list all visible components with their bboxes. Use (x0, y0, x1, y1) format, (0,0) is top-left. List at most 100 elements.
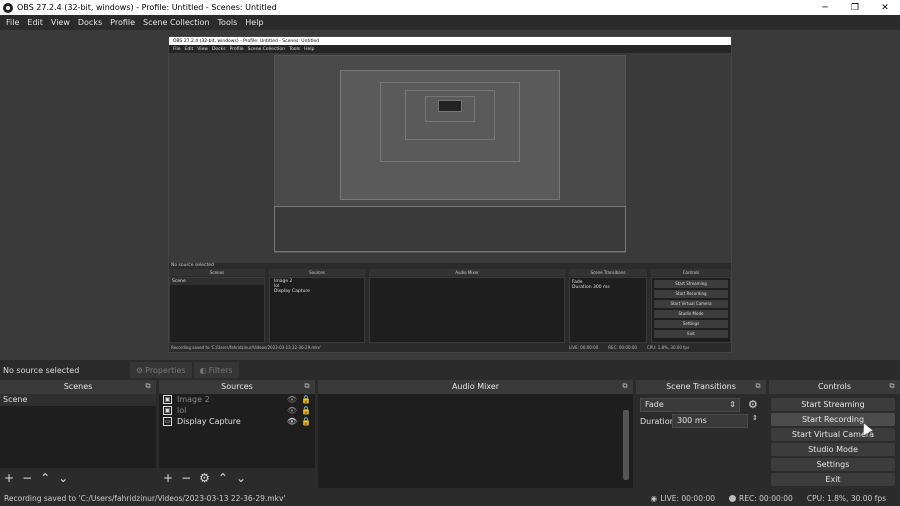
close-button[interactable]: ✕ (870, 0, 900, 15)
duration-input[interactable]: 300 ms (672, 414, 748, 428)
nested-docks: No source selected Scenes Scene Sources … (169, 263, 731, 352)
nested-sources-header: Sources (269, 269, 365, 276)
move-down-icon[interactable]: ⌄ (236, 471, 246, 485)
hidden-eye-icon[interactable]: 👁 (287, 395, 297, 404)
undock-icon[interactable]: ⧉ (888, 383, 896, 390)
menu-profile[interactable]: Profile (106, 18, 139, 27)
sources-header: Sources ⧉ (159, 380, 315, 394)
nested-controls-header: Controls (651, 269, 731, 276)
nested-status-stats: LIVE: 00:00:00 REC: 00:00:00 CPU: 1.8%, … (569, 345, 689, 350)
scenes-list[interactable]: Scene (0, 394, 156, 468)
image-icon: ▣ (163, 395, 172, 404)
select-arrows-icon: ⇕ (729, 400, 736, 409)
remove-icon[interactable]: − (22, 471, 32, 485)
nested-transitions-panel: Fade Duration 300 ms (569, 277, 647, 343)
lock-icon[interactable]: 🔒 (301, 417, 311, 426)
add-icon[interactable]: + (163, 471, 173, 485)
nested-inner-capture (274, 55, 626, 253)
menu-help[interactable]: Help (241, 18, 267, 27)
spin-arrows-icon[interactable]: ⇕ (752, 414, 758, 422)
undock-icon[interactable]: ⧉ (144, 383, 152, 390)
sources-toolbar: + − ⚙ ⌃ ⌄ (159, 468, 315, 488)
settings-button[interactable]: Settings (771, 458, 895, 471)
nested-live-time: LIVE: 00:00:00 (569, 345, 599, 350)
properties-button[interactable]: ⚙ Properties (130, 362, 192, 378)
source-name: lol (177, 406, 187, 415)
filters-button[interactable]: ◐ Filters (193, 362, 239, 378)
window-title: OBS 27.2.4 (32-bit, windows) - Profile: … (17, 3, 277, 12)
exit-button[interactable]: Exit (771, 473, 895, 486)
scene-transitions-title: Scene Transitions (666, 382, 736, 391)
undock-icon[interactable]: ⧉ (621, 383, 629, 390)
gear-icon[interactable]: ⚙ (199, 471, 210, 485)
move-up-icon[interactable]: ⌃ (218, 471, 228, 485)
menu-file[interactable]: File (2, 18, 23, 27)
obs-logo-icon (3, 2, 13, 13)
audio-mixer-title: Audio Mixer (451, 382, 500, 391)
start-recording-button[interactable]: Start Recording (771, 413, 895, 426)
nested-cpu-stats: CPU: 1.8%, 30.00 fps (646, 345, 690, 350)
nested-duration-value: 300 ms (592, 285, 610, 290)
nested-start-virtual-camera: Start Virtual Camera (654, 300, 728, 308)
sources-list[interactable]: ▣ Image 2 👁 🔒 ▣ lol 👁 🔒 ▭ Display Captur… (159, 394, 315, 468)
lock-icon[interactable]: 🔒 (301, 406, 311, 415)
move-down-icon[interactable]: ⌄ (58, 471, 68, 485)
no-source-label: No source selected (3, 365, 80, 375)
nested-scenes-header: Scenes (169, 269, 265, 276)
transition-select[interactable]: Fade ⇕ (640, 398, 740, 412)
controls-dock: Controls ⧉ Start Streaming Start Recordi… (769, 380, 900, 488)
lock-icon[interactable]: 🔒 (301, 395, 311, 404)
recursive-docks (274, 206, 626, 252)
hidden-eye-icon[interactable]: 👁 (287, 406, 297, 415)
nested-menu-bar: File Edit View Docks Profile Scene Colle… (169, 45, 731, 53)
menu-docks[interactable]: Docks (74, 18, 106, 27)
nested-start-recording: Start Recording (654, 290, 728, 298)
live-time: LIVE: 00:00:00 (660, 493, 716, 503)
nested-controls-panel: Start Streaming Start Recording Start Vi… (651, 277, 731, 343)
minimize-button[interactable]: ─ (810, 0, 840, 15)
nested-scene-item: Scene (170, 278, 264, 285)
scene-item[interactable]: Scene (0, 394, 156, 406)
display-capture-preview: OBS 27.2.4 (32-bit, windows) - Profile: … (168, 36, 732, 353)
studio-mode-button[interactable]: Studio Mode (771, 443, 895, 456)
preview-canvas[interactable]: OBS 27.2.4 (32-bit, windows) - Profile: … (0, 30, 900, 360)
filters-label: Filters (208, 365, 233, 375)
nested-sources-panel: Image 2 lol Display Capture (269, 277, 365, 343)
controls-header: Controls ⧉ (769, 380, 900, 394)
undock-icon[interactable]: ⧉ (754, 383, 762, 390)
mixer-scrollbar[interactable] (623, 410, 629, 480)
gear-icon[interactable]: ⚙ (748, 398, 758, 411)
cpu-status: CPU: 1.8%, 30.00 fps (807, 494, 886, 503)
move-up-icon[interactable]: ⌃ (40, 471, 50, 485)
menu-scene-collection[interactable]: Scene Collection (139, 18, 214, 27)
broadcast-icon: ◉ (650, 493, 658, 503)
menu-edit[interactable]: Edit (23, 18, 47, 27)
menu-bar: File Edit View Docks Profile Scene Colle… (0, 15, 900, 30)
undock-icon[interactable]: ⧉ (303, 383, 311, 390)
source-item[interactable]: ▭ Display Capture 👁 🔒 (159, 416, 315, 427)
source-item[interactable]: ▣ Image 2 👁 🔒 (159, 394, 315, 405)
scenes-toolbar: + − ⌃ ⌄ (0, 468, 156, 488)
nested-menu-profile: Profile (229, 46, 244, 52)
remove-icon[interactable]: − (181, 471, 191, 485)
controls-title: Controls (817, 382, 852, 391)
start-streaming-button[interactable]: Start Streaming (771, 398, 895, 411)
source-item[interactable]: ▣ lol 👁 🔒 (159, 405, 315, 416)
menu-tools[interactable]: Tools (214, 18, 242, 27)
nested-menu-view: View (197, 46, 208, 52)
maximize-button[interactable]: ❐ (840, 0, 870, 15)
nested-mixer-header: Audio Mixer (369, 269, 565, 276)
add-icon[interactable]: + (4, 471, 14, 485)
nested-duration-label: Duration (572, 285, 592, 290)
transition-value: Fade (645, 400, 664, 409)
scenes-title: Scenes (63, 382, 93, 391)
menu-view[interactable]: View (47, 18, 74, 27)
scene-transitions-header: Scene Transitions ⧉ (636, 380, 766, 394)
nested-menu-help: Help (304, 46, 315, 52)
recursive-frame-5 (438, 100, 462, 112)
start-virtual-camera-button[interactable]: Start Virtual Camera (771, 428, 895, 441)
nested-preview (169, 53, 731, 263)
sources-dock: Sources ⧉ ▣ Image 2 👁 🔒 ▣ lol 👁 🔒 ▭ Disp… (159, 380, 315, 488)
live-status: ◉ LIVE: 00:00:00 (651, 494, 715, 503)
eye-icon[interactable]: 👁 (287, 417, 297, 426)
